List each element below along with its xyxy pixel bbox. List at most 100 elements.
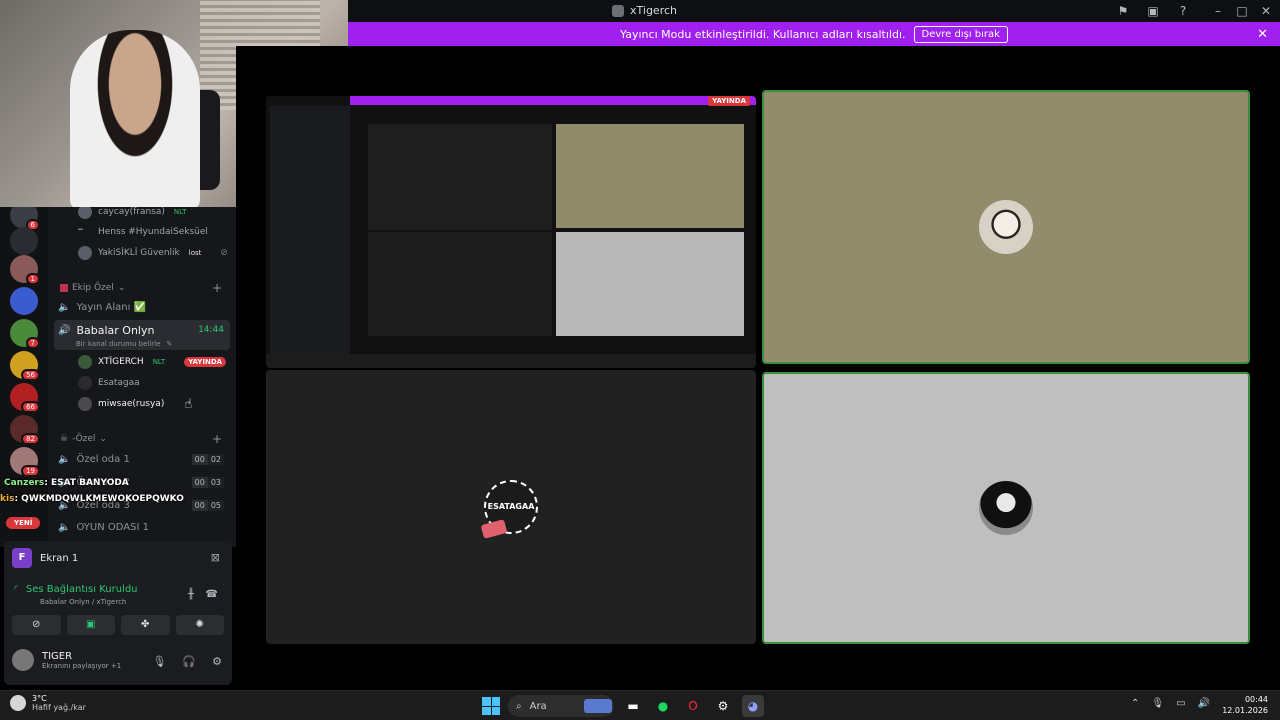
user-avatar xyxy=(979,481,1033,535)
channel-status[interactable]: Bir kanal durumu belirle ✎ xyxy=(76,335,172,353)
close-banner-icon[interactable]: ✕ xyxy=(1257,27,1268,42)
voice-location[interactable]: Babalar Onlyn / xTigerch xyxy=(40,598,126,606)
clock[interactable]: 00:44 12.01.2026 xyxy=(1222,694,1268,716)
chevron-up-icon[interactable]: ⌃ xyxy=(1131,698,1139,709)
user-controls: 🎙 🎧 ⚙ xyxy=(152,655,222,668)
speaker-icon: 🔈 xyxy=(58,301,71,313)
server-icon[interactable]: 19 xyxy=(10,447,40,477)
streamer-mode-banner: Yayıncı Modu etkinleştirildi. Kullanıcı … xyxy=(348,22,1280,46)
help-icon[interactable]: ? xyxy=(1168,3,1198,19)
current-user[interactable]: TIGER Ekranını paylaşıyor +1 xyxy=(12,649,121,671)
user-panel: F Ekran 1 ⊠ ◜ Ses Bağlantısı Kuruldu Bab… xyxy=(4,541,232,685)
activities-button[interactable]: ✤ xyxy=(121,615,170,635)
avatar xyxy=(12,649,34,671)
voice-user[interactable]: ━ Henss #HyundaiSeksüel xyxy=(78,223,208,241)
voice-user[interactable]: YakiSİKLİ Güvenlik lost ⊘ xyxy=(78,244,228,262)
new-messages-badge[interactable]: YENİ xyxy=(6,517,41,529)
search-highlight-icon xyxy=(584,699,612,713)
nested-sidebar xyxy=(270,106,350,356)
weather-icon xyxy=(10,695,26,711)
volume-icon[interactable]: 🔊 xyxy=(1198,698,1210,709)
category-ozel[interactable]: ☠ -Özel ⌄ xyxy=(60,434,107,444)
avatar xyxy=(78,205,92,219)
opera-icon[interactable]: O xyxy=(682,695,704,717)
windows-start-icon[interactable] xyxy=(482,697,500,715)
network-icon[interactable]: ▭ xyxy=(1176,698,1185,709)
gear-icon[interactable]: ⚙ xyxy=(212,655,222,668)
server-icon[interactable]: 1 xyxy=(10,255,40,285)
screenshare-tile[interactable]: YAYINDA xyxy=(266,96,756,368)
add-channel-icon[interactable]: + xyxy=(212,281,222,295)
screen-share-row[interactable]: F Ekran 1 xyxy=(12,548,78,568)
headphones-icon[interactable]: 🎧 xyxy=(182,655,196,668)
server-icon[interactable]: 66 xyxy=(10,383,40,413)
tiger-avatar xyxy=(979,200,1033,254)
participant-tile[interactable]: ESATAGAA xyxy=(266,370,756,644)
disable-streamer-mode-button[interactable]: Devre dışı bırak xyxy=(913,25,1008,43)
titlebar-tools: ⚑ ▣ ? xyxy=(1108,3,1198,19)
category-color-icon xyxy=(60,284,68,292)
channel-yayin-alani[interactable]: 🔈 Yayın Alanı ✅ xyxy=(58,298,146,316)
microphone-icon[interactable]: 🎙 xyxy=(152,655,166,668)
screen-icon[interactable]: ▣ xyxy=(1138,3,1168,19)
taskbar-search[interactable]: ⌕ Ara xyxy=(508,695,614,717)
deafened-icon: ⊘ xyxy=(220,248,228,258)
nested-banner xyxy=(350,96,756,105)
server-icon[interactable] xyxy=(10,287,38,315)
nested-tile xyxy=(556,232,744,336)
speaker-icon: 🔈 xyxy=(58,521,71,533)
screen-avatar-icon: F xyxy=(12,548,32,568)
minimize-icon[interactable]: – xyxy=(1206,3,1230,19)
server-icon[interactable]: 56 xyxy=(10,351,40,381)
banner-message: Yayıncı Modu etkinleştirildi. Kullanıcı … xyxy=(620,27,906,41)
speaker-icon: 🔊 xyxy=(58,324,71,336)
soundboard-button[interactable]: ✺ xyxy=(175,615,224,635)
esatagaa-avatar: ESATAGAA xyxy=(480,480,538,539)
soundwave-icon[interactable]: ╫ xyxy=(188,589,194,600)
room-user-count: 00 05 xyxy=(191,500,224,511)
participant-tile[interactable] xyxy=(762,90,1250,364)
participant-tile[interactable] xyxy=(762,372,1250,644)
inbox-icon[interactable]: ⚑ xyxy=(1108,3,1138,19)
system-tray: ⌃ 🎙 ▭ 🔊 xyxy=(1131,698,1210,709)
disconnect-icon[interactable]: ☎ xyxy=(206,589,218,600)
channel-ozel-oda-1[interactable]: 🔈 Özel oda 1 xyxy=(58,450,130,468)
voice-action-buttons: ⊘ ▣ ✤ ✺ xyxy=(12,615,224,635)
channel-oyun-odasi-1[interactable]: 🔈 OYUN ODASI 1 xyxy=(58,518,149,536)
close-window-icon[interactable]: ✕ xyxy=(1254,3,1278,19)
steam-icon[interactable]: ⚙ xyxy=(712,695,734,717)
file-explorer-icon[interactable]: ▬ xyxy=(622,695,644,717)
camera-off-button[interactable]: ⊘ xyxy=(12,615,61,635)
avatar xyxy=(78,376,92,390)
stop-stream-icon[interactable]: ⊠ xyxy=(211,551,220,564)
add-channel-icon[interactable]: + xyxy=(212,432,222,446)
voice-user[interactable]: miwsae(rusya) ☝ xyxy=(78,395,192,413)
streamer-person xyxy=(70,30,200,207)
windows-taskbar: 3°C Hafif yağ./kar ⌕ Ara ▬ ● O ⚙ ◕ ⌃ 🎙 ▭… xyxy=(0,690,1280,720)
category-ekip-ozel[interactable]: Ekip Özel ⌄ xyxy=(60,283,125,293)
nested-tile xyxy=(556,124,744,228)
server-icon[interactable]: 82 xyxy=(10,415,40,445)
room-user-count: 00 02 xyxy=(191,454,224,465)
server-icon[interactable]: 7 xyxy=(10,319,40,349)
spotify-icon[interactable]: ● xyxy=(652,695,674,717)
nested-tile xyxy=(368,232,552,336)
microphone-icon[interactable]: 🎙 xyxy=(1151,698,1164,709)
voice-user[interactable]: Esatagaa xyxy=(78,374,140,392)
maximize-icon[interactable]: □ xyxy=(1230,3,1254,19)
voice-status: ◜ Ses Bağlantısı Kuruldu xyxy=(14,584,138,595)
server-icon[interactable] xyxy=(10,227,38,255)
signal-icon: ◜ xyxy=(14,584,18,595)
voice-user[interactable]: XTİGERCH NLT YAYINDA xyxy=(78,353,227,371)
overlay-chat-line: kis: QWKMDQWLKMEWOKOEPQWKO xyxy=(0,494,184,504)
app-icon xyxy=(612,4,624,17)
taskbar-center: ⌕ Ara ▬ ● O ⚙ ◕ xyxy=(482,695,764,717)
channel-timer: 14:44 xyxy=(198,325,224,335)
dash-icon: ━ xyxy=(78,225,83,234)
screen-share-button[interactable]: ▣ xyxy=(66,615,115,635)
weather-widget[interactable]: 3°C Hafif yağ./kar xyxy=(10,694,86,712)
avatar xyxy=(78,246,92,260)
speaker-icon: 🔈 xyxy=(58,453,71,465)
chevron-down-icon: ⌄ xyxy=(117,283,126,293)
discord-icon[interactable]: ◕ xyxy=(742,695,764,717)
